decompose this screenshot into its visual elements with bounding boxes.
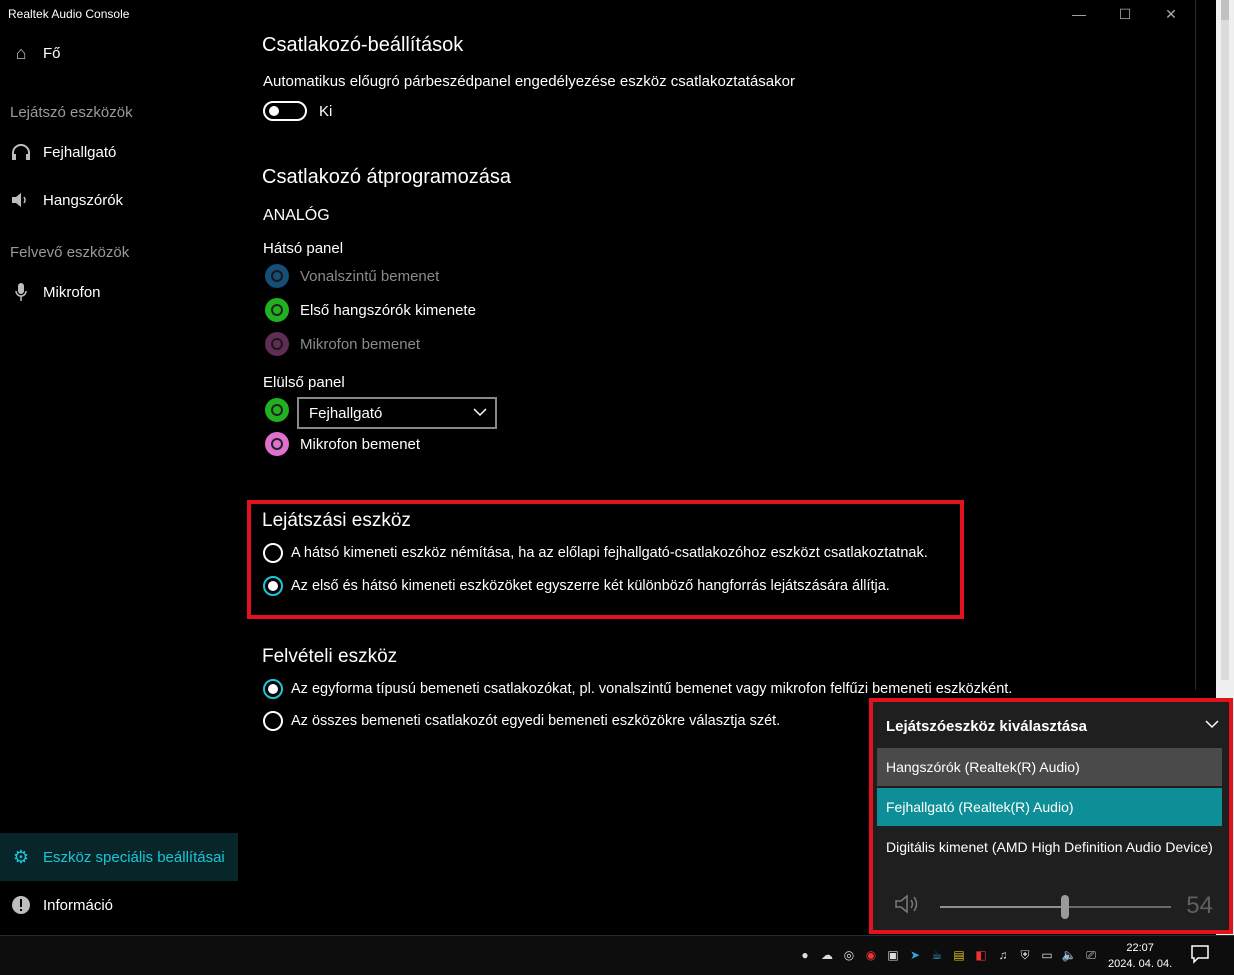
jack-front-out-label: Első hangszórók kimenete [300,302,476,319]
system-tray: ● ☁ ◎ ◉ ▣ ➤ ☕ ▤ ◧ ♫ ⛨ ▭ 🔈 ⎚ [796,946,1100,964]
front-jack-select[interactable]: Fejhallgató [297,397,497,429]
sidebar-item-microphone[interactable]: Mikrofon [0,269,238,315]
window-controls: — ☐ ✕ [1056,4,1194,24]
jack-front-headphone-icon[interactable] [265,398,289,422]
auto-popup-toggle[interactable] [263,101,307,121]
jack-front-mic-icon[interactable] [265,432,289,456]
chevron-down-icon [473,405,487,420]
front-jack-select-value: Fejhallgató [309,404,383,422]
sidebar: ⌂ Fő Lejátszó eszközök Fejhallgató Hangs… [0,0,238,935]
sidebar-item-info[interactable]: Információ [0,882,238,928]
jack-front-mic-label: Mikrofon bemenet [300,436,421,453]
realtek-icon[interactable]: ♫ [994,946,1012,964]
sidebar-item-label: Információ [43,896,114,914]
headphones-icon [10,143,32,161]
sidebar-item-home[interactable]: ⌂ Fő [0,30,238,76]
recording-option2-radio[interactable] [263,711,283,731]
minimize-button[interactable]: — [1056,4,1102,24]
sidebar-item-label: Mikrofon [43,283,101,301]
recording-option1-radio[interactable] [263,679,283,699]
sidebar-item-label: Eszköz speciális beállításai [43,848,225,866]
volume-tray-icon[interactable]: 🔈 [1060,946,1078,964]
network-icon[interactable]: ▭ [1038,946,1056,964]
antivirus-icon[interactable]: ◉ [862,946,880,964]
taskbar: ● ☁ ◎ ◉ ▣ ➤ ☕ ▤ ◧ ♫ ⛨ ▭ 🔈 ⎚ 22:07 2024. … [0,935,1234,975]
discord-icon[interactable]: ● [796,946,814,964]
info-icon [10,895,32,915]
retasking-title: Csatlakozó átprogramozása [262,166,512,188]
clock-date: 2024. 04. 04. [1108,958,1173,970]
gear-icon: ⚙ [12,846,30,867]
rear-panel-label: Hátsó panel [263,240,344,257]
sidebar-section-record: Felvevő eszközök [10,244,130,261]
amd-icon[interactable]: ◧ [972,946,990,964]
maximize-button[interactable]: ☐ [1102,4,1148,24]
scrollbar-thumb[interactable] [1221,20,1229,680]
app-icon[interactable]: ▣ [884,946,902,964]
analog-label: ANALÓG [263,207,330,224]
jack-mic-rear-icon[interactable] [265,332,289,356]
cloud-icon[interactable]: ☁ [818,946,836,964]
highlight-box-playback [247,500,964,619]
microphone-icon [10,282,32,302]
recording-option2-label: Az összes bemeneti csatlakozót egyedi be… [291,713,781,729]
home-icon: ⌂ [15,42,27,63]
sidebar-item-headphones[interactable]: Fejhallgató [0,129,238,175]
toggle-state-label: Ki [319,103,333,120]
clock[interactable]: 22:07 2024. 04. 04. [1108,940,1172,972]
clock-time: 22:07 [1126,942,1154,954]
highlight-box-flyout [869,698,1233,934]
content-divider [1195,0,1196,690]
display-icon[interactable]: ⎚ [1082,946,1100,964]
search-app-icon[interactable]: ◎ [840,946,858,964]
recording-device-title: Felvételi eszköz [262,646,398,667]
sidebar-section-playback: Lejátszó eszközök [10,104,133,121]
sidebar-item-advanced[interactable]: ⚙ Eszköz speciális beállításai [0,833,238,881]
sidebar-item-speakers[interactable]: Hangszórók [0,177,238,223]
monitor-icon[interactable]: ▤ [950,946,968,964]
sidebar-item-label: Hangszórók [43,191,124,209]
front-panel-label: Elülső panel [263,374,345,391]
chat-icon[interactable]: ☕ [928,946,946,964]
recording-option1-label: Az egyforma típusú bemeneti csatlakozóka… [291,681,1013,697]
sidebar-item-label: Fő [43,44,61,62]
jack-mic-rear-label: Mikrofon bemenet [300,336,421,353]
auto-popup-label: Automatikus előugró párbeszédpanel enged… [263,73,795,90]
scrollbar-up[interactable] [1221,0,1229,20]
speaker-icon [10,192,32,208]
jack-line-in-icon[interactable] [265,264,289,288]
security-shield-icon[interactable]: ⛨ [1016,946,1034,964]
jack-line-in-label: Vonalszintű bemenet [300,268,440,285]
telegram-icon[interactable]: ➤ [906,946,924,964]
notification-icon[interactable] [1190,944,1210,969]
jack-front-out-icon[interactable] [265,298,289,322]
connector-settings-title: Csatlakozó-beállítások [262,34,464,56]
close-button[interactable]: ✕ [1148,4,1194,24]
sidebar-item-label: Fejhallgató [43,143,117,161]
